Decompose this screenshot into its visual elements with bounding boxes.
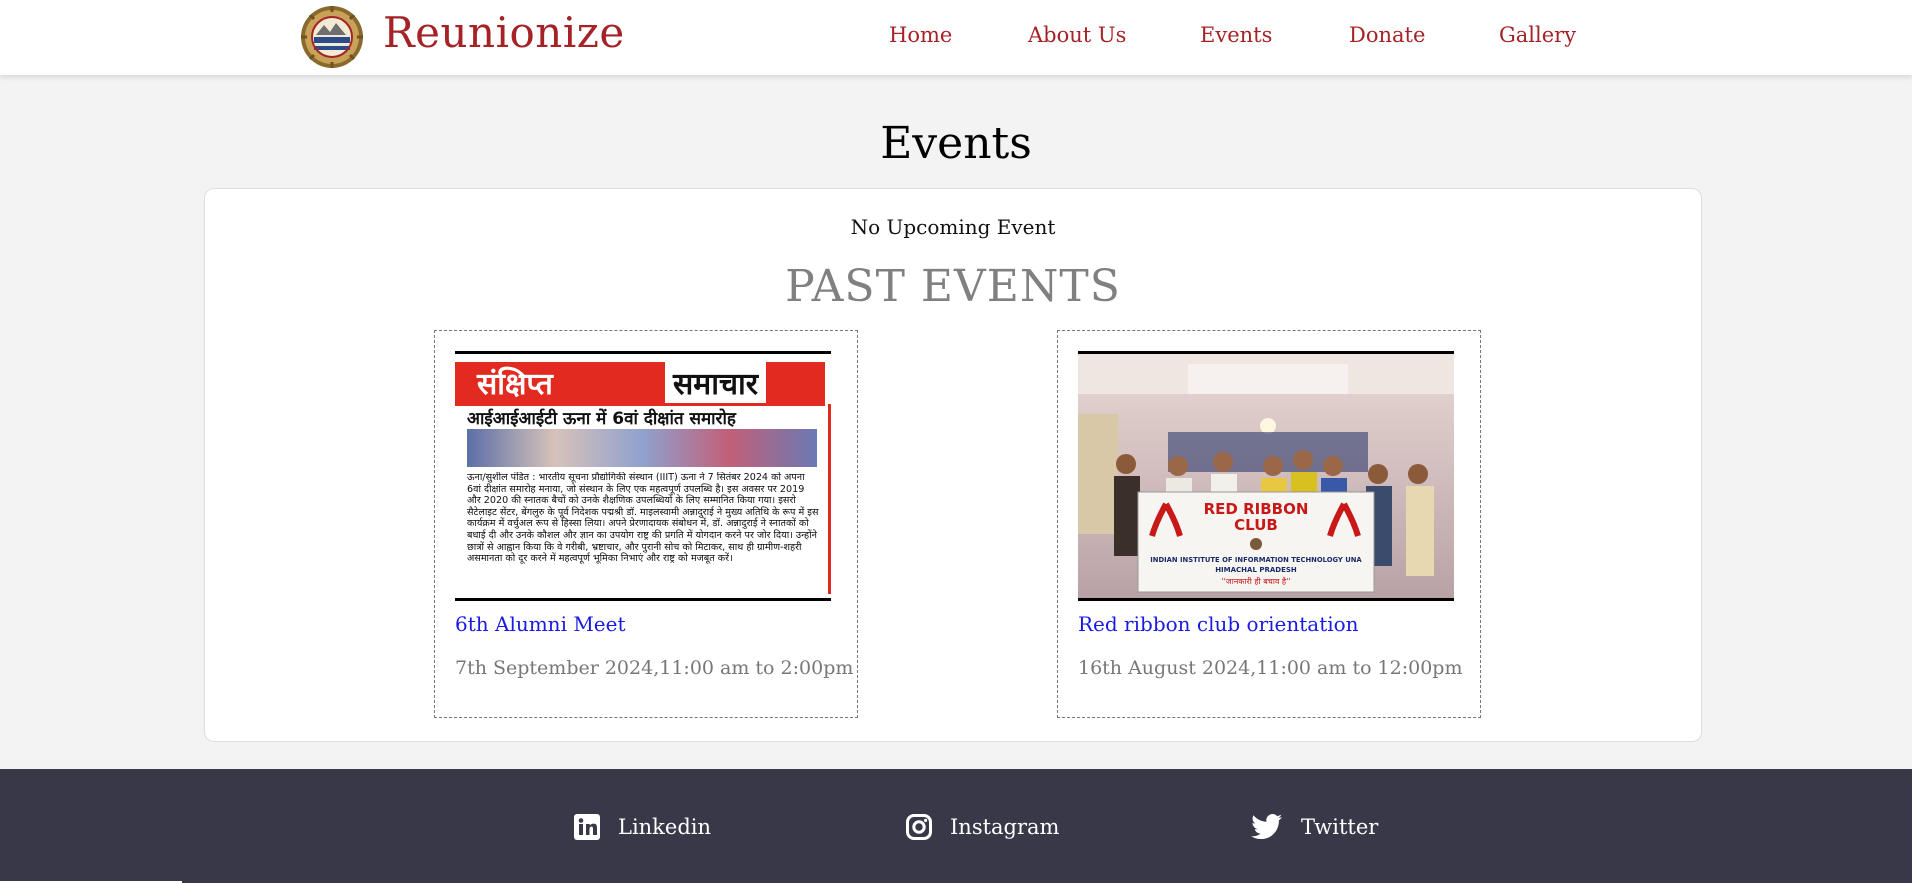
page-title: Events bbox=[880, 118, 1032, 169]
banner-title-2: CLUB bbox=[1234, 516, 1278, 534]
banner-line-1: INDIAN INSTITUTE OF INFORMATION TECHNOLO… bbox=[1150, 556, 1362, 564]
clipping-body: ऊना/सुशील पंडित : भारतीय सूचना प्रौद्योग… bbox=[467, 472, 819, 565]
upcoming-status: No Upcoming Event bbox=[850, 215, 1056, 239]
institute-logo-icon[interactable] bbox=[300, 5, 364, 69]
event-image[interactable]: RED RIBBON CLUB INDIAN INSTITUTE OF INFO… bbox=[1078, 351, 1454, 601]
nav-home[interactable]: Home bbox=[889, 23, 952, 47]
past-events-heading: PAST EVENTS bbox=[785, 261, 1121, 312]
clipping-photo bbox=[467, 429, 817, 467]
events-panel: No Upcoming Event PAST EVENTS संक्षिप्त … bbox=[204, 188, 1702, 742]
banner-line-2: HIMACHAL PRADESH bbox=[1215, 566, 1297, 574]
twitter-icon bbox=[1251, 814, 1282, 839]
footer-link-linkedin[interactable]: Linkedin bbox=[574, 812, 711, 842]
instagram-icon bbox=[906, 814, 932, 840]
event-image[interactable]: संक्षिप्त समाचार आईआईआईटी ऊना में 6वां द… bbox=[455, 351, 831, 601]
footer-link-instagram[interactable]: Instagram bbox=[906, 812, 1059, 842]
linkedin-icon bbox=[574, 814, 600, 840]
nav-about-us[interactable]: About Us bbox=[1028, 23, 1126, 47]
nav-donate[interactable]: Donate bbox=[1349, 23, 1425, 47]
nav-events[interactable]: Events bbox=[1200, 23, 1272, 47]
event-title-link[interactable]: 6th Alumni Meet bbox=[455, 612, 626, 636]
banner-line-3: ''जानकारी ही बचाव है'' bbox=[1221, 576, 1290, 586]
footer-link-label: Linkedin bbox=[618, 815, 712, 839]
clipping-title: संक्षिप्त bbox=[477, 367, 553, 402]
event-title-link[interactable]: Red ribbon club orientation bbox=[1078, 612, 1359, 636]
footer-link-twitter[interactable]: Twitter bbox=[1251, 812, 1378, 842]
site-header: Reunionize Home About Us Events Donate G… bbox=[0, 0, 1912, 75]
event-card: संक्षिप्त समाचार आईआईआईटी ऊना में 6वां द… bbox=[434, 330, 858, 718]
event-date: 7th September 2024,11:00 am to 2:00pm bbox=[455, 657, 854, 679]
footer-link-label: Instagram bbox=[950, 815, 1060, 839]
clipping-title-right: समाचार bbox=[665, 362, 767, 403]
brand-name[interactable]: Reunionize bbox=[383, 8, 625, 57]
clipping-subtitle: आईआईआईटी ऊना में 6वां दीक्षांत समारोह bbox=[467, 409, 736, 429]
site-footer: Linkedin Instagram Twitter bbox=[0, 769, 1912, 883]
group-photo: RED RIBBON CLUB INDIAN INSTITUTE OF INFO… bbox=[1078, 354, 1454, 598]
event-date: 16th August 2024,11:00 am to 12:00pm bbox=[1078, 657, 1463, 679]
nav-gallery[interactable]: Gallery bbox=[1499, 23, 1576, 47]
footer-link-label: Twitter bbox=[1301, 815, 1379, 839]
event-card: RED RIBBON CLUB INDIAN INSTITUTE OF INFO… bbox=[1057, 330, 1481, 718]
clipping-border bbox=[828, 404, 831, 594]
